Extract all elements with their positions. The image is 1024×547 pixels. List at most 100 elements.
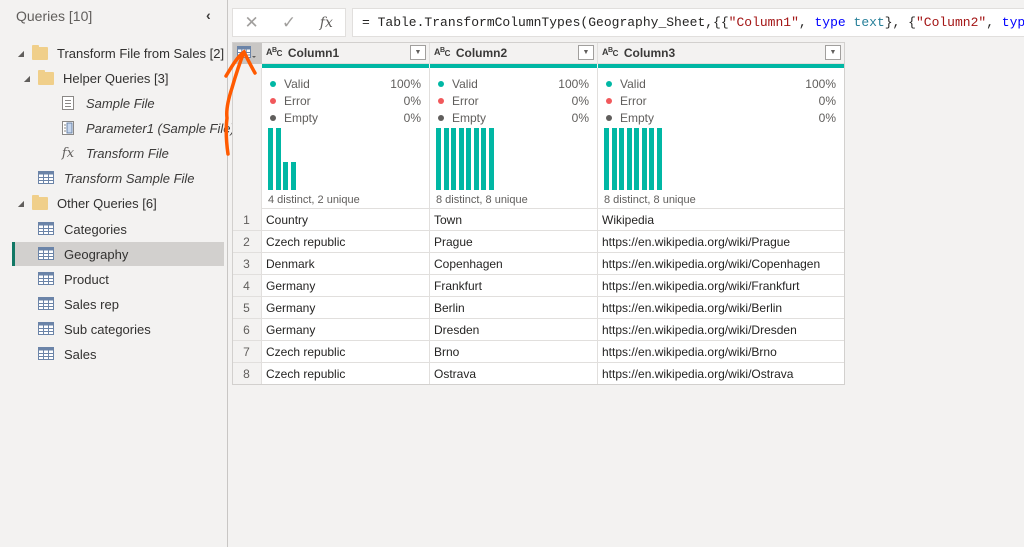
formula-token: text: [853, 15, 885, 30]
distribution-bar[interactable]: [634, 128, 639, 190]
distribution-bar[interactable]: [488, 128, 494, 190]
distribution-bar[interactable]: [626, 128, 632, 190]
query-item-label: Helper Queries [3]: [63, 70, 169, 86]
query-item[interactable]: Product: [38, 267, 109, 291]
table-cell[interactable]: Town: [430, 209, 598, 231]
table-cell[interactable]: Germany: [262, 275, 430, 297]
query-item[interactable]: Sales rep: [38, 292, 119, 316]
query-item[interactable]: ◢ Helper Queries [3]: [22, 66, 169, 90]
table-cell[interactable]: Germany: [262, 297, 430, 319]
row-number[interactable]: 3: [232, 253, 262, 275]
table-cell[interactable]: Wikipedia: [598, 209, 845, 231]
column-header[interactable]: ABC Column1 ▼: [262, 42, 430, 64]
distribution-bar[interactable]: [656, 128, 662, 190]
distribution-bar[interactable]: [275, 128, 281, 190]
formula-input[interactable]: = Table.TransformColumnTypes(Geography_S…: [352, 8, 1024, 37]
column-header[interactable]: ABC Column2 ▼: [430, 42, 598, 64]
row-number[interactable]: 7: [232, 341, 262, 363]
distribution-bar[interactable]: [473, 128, 479, 190]
table-cell[interactable]: Berlin: [430, 297, 598, 319]
table-cell[interactable]: Denmark: [262, 253, 430, 275]
distribution-bar[interactable]: [458, 128, 464, 190]
expand-collapse-icon[interactable]: ◢: [22, 74, 32, 83]
formula-token: "Column2": [915, 15, 987, 30]
filter-dropdown-button[interactable]: ▼: [578, 45, 594, 60]
row-number[interactable]: 8: [232, 363, 262, 385]
expand-collapse-icon[interactable]: ◢: [16, 199, 26, 208]
commit-icon[interactable]: ✓: [270, 13, 307, 33]
table-cell[interactable]: https://en.wikipedia.org/wiki/Berlin: [598, 297, 845, 319]
empty-percent: 0%: [818, 111, 836, 125]
query-item[interactable]: Sales: [38, 342, 97, 366]
query-item[interactable]: ◢ Other Queries [6]: [16, 191, 157, 215]
table-cell[interactable]: Dresden: [430, 319, 598, 341]
filter-dropdown-button[interactable]: ▼: [825, 45, 841, 60]
table-cell[interactable]: Prague: [430, 231, 598, 253]
valid-percent: 100%: [558, 77, 589, 91]
fx-icon[interactable]: fx: [308, 15, 345, 31]
table-cell[interactable]: Czech republic: [262, 363, 430, 385]
column-header[interactable]: ABC Column3 ▼: [598, 42, 845, 64]
text-type-icon[interactable]: ABC: [434, 47, 450, 58]
table-cell[interactable]: Brno: [430, 341, 598, 363]
query-item[interactable]: Sub categories: [38, 317, 151, 341]
table-cell[interactable]: https://en.wikipedia.org/wiki/Frankfurt: [598, 275, 845, 297]
table-cell[interactable]: https://en.wikipedia.org/wiki/Ostrava: [598, 363, 845, 385]
table-cell[interactable]: Czech republic: [262, 341, 430, 363]
table-cell[interactable]: Czech republic: [262, 231, 430, 253]
table-cell[interactable]: https://en.wikipedia.org/wiki/Copenhagen: [598, 253, 845, 275]
empty-dot-icon: [606, 115, 612, 121]
query-item[interactable]: Transform Sample File: [38, 166, 195, 190]
table-icon: [38, 246, 54, 262]
chevron-left-icon[interactable]: ‹: [206, 7, 211, 23]
table-cell[interactable]: Germany: [262, 319, 430, 341]
cancel-icon[interactable]: ✕: [233, 13, 270, 33]
distribution-bar[interactable]: [268, 128, 273, 190]
text-type-icon[interactable]: ABC: [602, 47, 618, 58]
row-number[interactable]: 2: [232, 231, 262, 253]
distribution-bar[interactable]: [443, 128, 449, 190]
table-row: 2 Czech republic Prague https://en.wikipedi…: [232, 231, 845, 253]
distribution-bar[interactable]: [451, 128, 456, 190]
table-cell[interactable]: Country: [262, 209, 430, 231]
query-item[interactable]: Parameter1 (Sample File): [60, 116, 235, 140]
query-item[interactable]: fx Transform File: [60, 141, 169, 165]
distribution-bar[interactable]: [436, 128, 441, 190]
formula-token: = Table.TransformColumnTypes(Geography_S…: [362, 15, 729, 30]
row-number[interactable]: 4: [232, 275, 262, 297]
table-row: 5 Germany Berlin https://en.wikipedia.org/w…: [232, 297, 845, 319]
distribution-bar[interactable]: [283, 162, 288, 190]
distribution-bar[interactable]: [604, 128, 609, 190]
distribution-bar[interactable]: [290, 162, 296, 190]
query-item[interactable]: ◢ Transform File from Sales [2]: [16, 41, 224, 65]
distribution-bar[interactable]: [481, 128, 486, 190]
error-dot-icon: [606, 98, 612, 104]
row-number[interactable]: 6: [232, 319, 262, 341]
distribution-bar[interactable]: [619, 128, 624, 190]
query-item[interactable]: Sample File: [60, 91, 155, 115]
valid-label: Valid: [620, 77, 646, 91]
table-cell[interactable]: https://en.wikipedia.org/wiki/Dresden: [598, 319, 845, 341]
table-options-button[interactable]: [232, 42, 262, 64]
value-distribution-chart: [436, 128, 556, 190]
row-number[interactable]: 5: [232, 297, 262, 319]
column-name: Column2: [455, 45, 508, 60]
table-cell[interactable]: Ostrava: [430, 363, 598, 385]
distribution-bar[interactable]: [611, 128, 617, 190]
document-icon: [60, 95, 76, 111]
row-number[interactable]: 1: [232, 209, 262, 231]
query-item-label: Categories: [64, 221, 127, 237]
query-item[interactable]: Geography: [12, 242, 224, 266]
table-icon: [38, 296, 54, 312]
expand-collapse-icon[interactable]: ◢: [16, 49, 26, 58]
distribution-bar[interactable]: [641, 128, 647, 190]
table-cell[interactable]: https://en.wikipedia.org/wiki/Prague: [598, 231, 845, 253]
filter-dropdown-button[interactable]: ▼: [410, 45, 426, 60]
distribution-bar[interactable]: [466, 128, 471, 190]
table-cell[interactable]: https://en.wikipedia.org/wiki/Brno: [598, 341, 845, 363]
text-type-icon[interactable]: ABC: [266, 47, 282, 58]
query-item[interactable]: Categories: [38, 217, 127, 241]
distribution-bar[interactable]: [649, 128, 654, 190]
table-cell[interactable]: Frankfurt: [430, 275, 598, 297]
table-cell[interactable]: Copenhagen: [430, 253, 598, 275]
